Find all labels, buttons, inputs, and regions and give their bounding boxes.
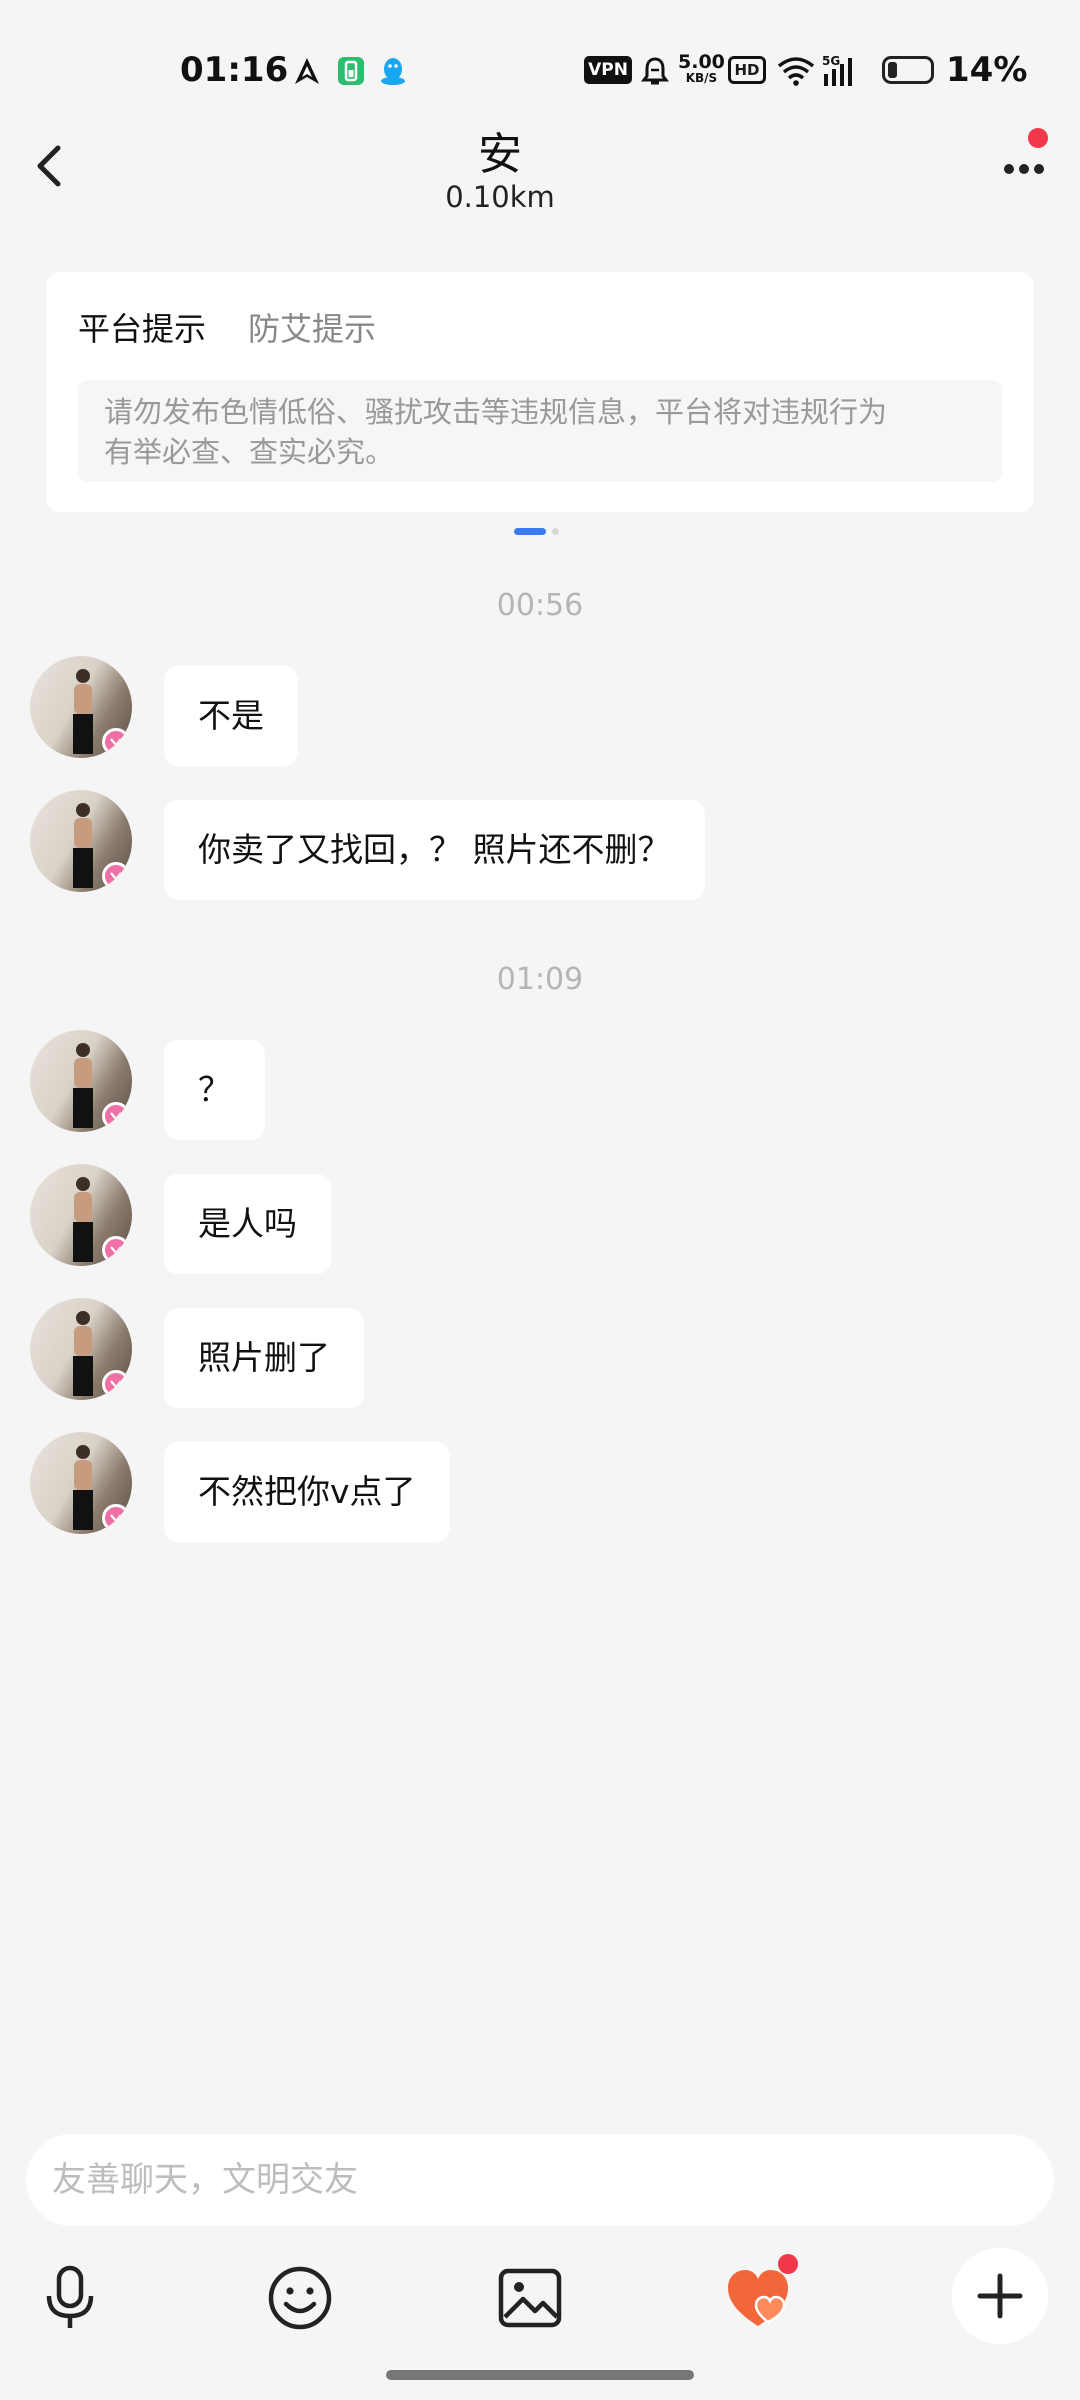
image-button[interactable] [494,2262,566,2334]
wifi-icon [776,56,816,86]
notification-dot [1028,128,1048,148]
home-indicator[interactable] [386,2370,694,2380]
avatar-photo [73,669,93,754]
emoji-icon [268,2266,332,2330]
hd-icon: HD [728,56,766,84]
status-time: 01:16 [180,50,289,90]
message-timestamp: 01:09 [496,962,584,997]
signal-5g-icon: 5G [822,54,868,86]
avatar[interactable] [30,1164,132,1266]
vip-badge-icon [102,1370,130,1398]
avatar[interactable] [30,790,132,892]
avatar-photo [73,1177,93,1262]
message-bubble[interactable]: 不然把你v点了 [164,1442,450,1542]
emoji-button[interactable] [264,2262,336,2334]
status-bar: 01:16 VPN 5.00 KB/S HD 5G 14% [0,42,1080,98]
vip-badge-icon [102,728,130,756]
tab-aids-notice[interactable]: 防艾提示 [248,304,376,350]
more-dots-icon [1004,164,1014,174]
image-icon [498,2268,562,2328]
avatar-photo [73,1311,93,1396]
notice-text-line: 有举必查、查实必究。 [104,435,395,469]
vip-badge-icon [102,1102,130,1130]
more-actions-button[interactable] [952,2248,1048,2344]
qq-penguin-icon [378,56,408,86]
pager-dot [552,528,559,535]
notice-text: 请勿发布色情低俗、骚扰攻击等违规信息，平台将对违规行为 有举必查、查实必究。 [78,380,1002,482]
message-bubble[interactable]: 是人吗 [164,1174,331,1274]
message-bubble[interactable]: ？ [164,1040,265,1140]
plus-icon [977,2273,1023,2319]
battery-percent: 14% [946,50,1028,90]
more-dot [1019,164,1029,174]
vpn-icon: VPN [584,56,632,84]
notice-card: 平台提示 防艾提示 请勿发布色情低俗、骚扰攻击等违规信息，平台将对违规行为 有举… [46,272,1034,512]
alarm-icon [640,56,670,86]
vip-badge-icon [102,1504,130,1532]
signal-label: 5G [822,54,840,68]
message-input-bar [26,2134,1054,2226]
notice-text-line: 请勿发布色情低俗、骚扰攻击等违规信息，平台将对违规行为 [104,395,888,429]
tab-platform-notice[interactable]: 平台提示 [78,304,206,350]
avatar-photo [73,1445,93,1530]
battery-saver-icon [336,56,366,86]
net-speed: 5.00 KB/S [678,52,725,85]
avatar-photo [73,1043,93,1128]
avatar[interactable] [30,1030,132,1132]
message-bubble[interactable]: 照片删了 [164,1308,364,1408]
message-input[interactable] [52,2134,1032,2226]
avatar[interactable] [30,1298,132,1400]
avatar[interactable] [30,1432,132,1534]
voice-button[interactable] [34,2262,106,2334]
gift-badge [778,2254,798,2274]
more-button[interactable] [992,146,1056,186]
chat-distance: 0.10km [445,180,555,214]
battery-icon [882,56,934,84]
chat-screen: 01:16 VPN 5.00 KB/S HD 5G 14% 安 0.10km 平… [0,0,1080,2400]
vip-badge-icon [102,862,130,890]
message-bubble[interactable]: 你卖了又找回，？ 照片还不删？ [164,800,705,900]
notice-pager [514,528,559,536]
avatar-photo [73,803,93,888]
avatar[interactable] [30,656,132,758]
net-speed-value: 5.00 [678,51,725,73]
vip-badge-icon [102,1236,130,1264]
pager-dot-active [514,528,546,535]
heart-gift-icon [728,2270,788,2326]
battery-level [888,62,897,78]
message-timestamp: 00:56 [496,588,584,623]
microphone-icon [46,2265,94,2328]
chat-title: 安 [478,129,522,180]
more-dot [1034,164,1044,174]
net-speed-unit: KB/S [685,71,718,85]
navigation-arrow-icon [292,56,322,86]
message-bubble[interactable]: 不是 [164,666,298,766]
